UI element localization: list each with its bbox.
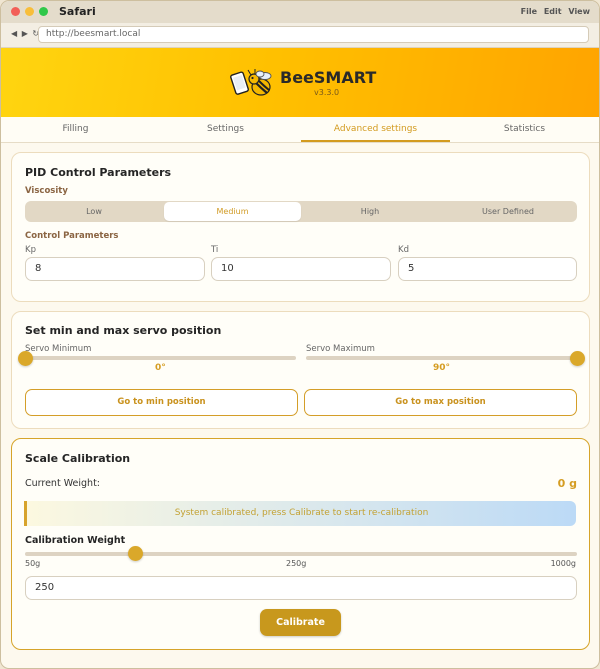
current-weight-value: 0 g (557, 477, 577, 490)
url-field[interactable]: http://beesmart.local (38, 26, 589, 43)
calibration-status-banner: System calibrated, press Calibrate to st… (24, 501, 576, 526)
viscosity-option-low[interactable]: Low (25, 201, 163, 222)
tab-filling[interactable]: Filling (1, 117, 150, 142)
address-bar: ◀ ▶ ↻ http://beesmart.local (1, 23, 599, 48)
go-to-min-button[interactable]: Go to min position (25, 389, 298, 416)
slider-min-label: 50g (25, 559, 41, 568)
close-window-button[interactable] (11, 7, 20, 16)
servo-min-track[interactable] (25, 356, 296, 360)
menu-edit[interactable]: Edit (544, 7, 562, 16)
menu-file[interactable]: File (521, 7, 537, 16)
menu-bar: File Edit View (517, 7, 590, 16)
brand-name: BeeSMART (280, 68, 377, 87)
slider-mid-label: 250g (286, 559, 307, 568)
hero-header: BeeSMART v3.3.0 (1, 48, 599, 117)
version-label: v3.3.0 (314, 88, 340, 97)
kp-input[interactable]: 8 (25, 257, 205, 281)
slider-max-label: 1000g (550, 559, 576, 568)
calibration-weight-input[interactable]: 250 (25, 576, 577, 600)
servo-card: Set min and max servo position Servo Min… (11, 311, 590, 429)
forward-icon[interactable]: ▶ (22, 29, 28, 38)
tab-statistics[interactable]: Statistics (450, 117, 599, 142)
minimize-window-button[interactable] (25, 7, 34, 16)
calibration-weight-track[interactable] (25, 552, 577, 556)
viscosity-option-high[interactable]: High (301, 201, 439, 222)
scale-title: Scale Calibration (25, 452, 131, 465)
bee-logo-icon (230, 69, 272, 96)
kp-label: Kp (25, 245, 36, 255)
tab-advanced-settings[interactable]: Advanced settings (301, 117, 450, 142)
menu-view[interactable]: View (568, 7, 590, 16)
scale-card: Scale Calibration Current Weight: 0 g Sy… (11, 438, 590, 650)
app-name: Safari (59, 5, 96, 18)
viscosity-selector: Low Medium High User Defined (25, 201, 577, 222)
browser-window: Safari File Edit View ◀ ▶ ↻ http://beesm… (0, 0, 600, 669)
pid-title: PID Control Parameters (25, 166, 172, 179)
servo-max-track[interactable] (306, 356, 577, 360)
servo-max-label: Servo Maximum (306, 344, 375, 354)
current-weight-label: Current Weight: (25, 478, 100, 489)
go-to-max-button[interactable]: Go to max position (304, 389, 577, 416)
control-parameters-label: Control Parameters (25, 231, 119, 241)
tab-bar: Filling Settings Advanced settings Stati… (1, 117, 599, 143)
servo-min-value: 0° (155, 363, 166, 373)
calibration-weight-slider-handle[interactable] (127, 546, 143, 561)
servo-title: Set min and max servo position (25, 324, 222, 337)
back-icon[interactable]: ◀ (11, 29, 17, 38)
title-bar: Safari File Edit View (1, 1, 599, 23)
kd-input[interactable]: 5 (398, 257, 577, 281)
pid-card: PID Control Parameters Viscosity Low Med… (11, 152, 590, 302)
calibration-weight-label: Calibration Weight (25, 535, 126, 546)
servo-min-label: Servo Minimum (25, 344, 92, 354)
viscosity-label: Viscosity (25, 186, 68, 196)
ti-input[interactable]: 10 (211, 257, 391, 281)
servo-min-slider-handle[interactable] (17, 351, 33, 366)
servo-max-slider-handle[interactable] (569, 351, 585, 366)
maximize-window-button[interactable] (39, 7, 48, 16)
nav-buttons: ◀ ▶ ↻ (11, 29, 41, 38)
calibrate-button[interactable]: Calibrate (260, 609, 341, 636)
viscosity-option-user-defined[interactable]: User Defined (439, 201, 577, 222)
kd-label: Kd (398, 245, 409, 255)
viscosity-option-medium[interactable]: Medium (164, 202, 301, 221)
tab-settings[interactable]: Settings (151, 117, 300, 142)
ti-label: Ti (211, 245, 219, 255)
servo-max-value: 90° (433, 363, 451, 373)
